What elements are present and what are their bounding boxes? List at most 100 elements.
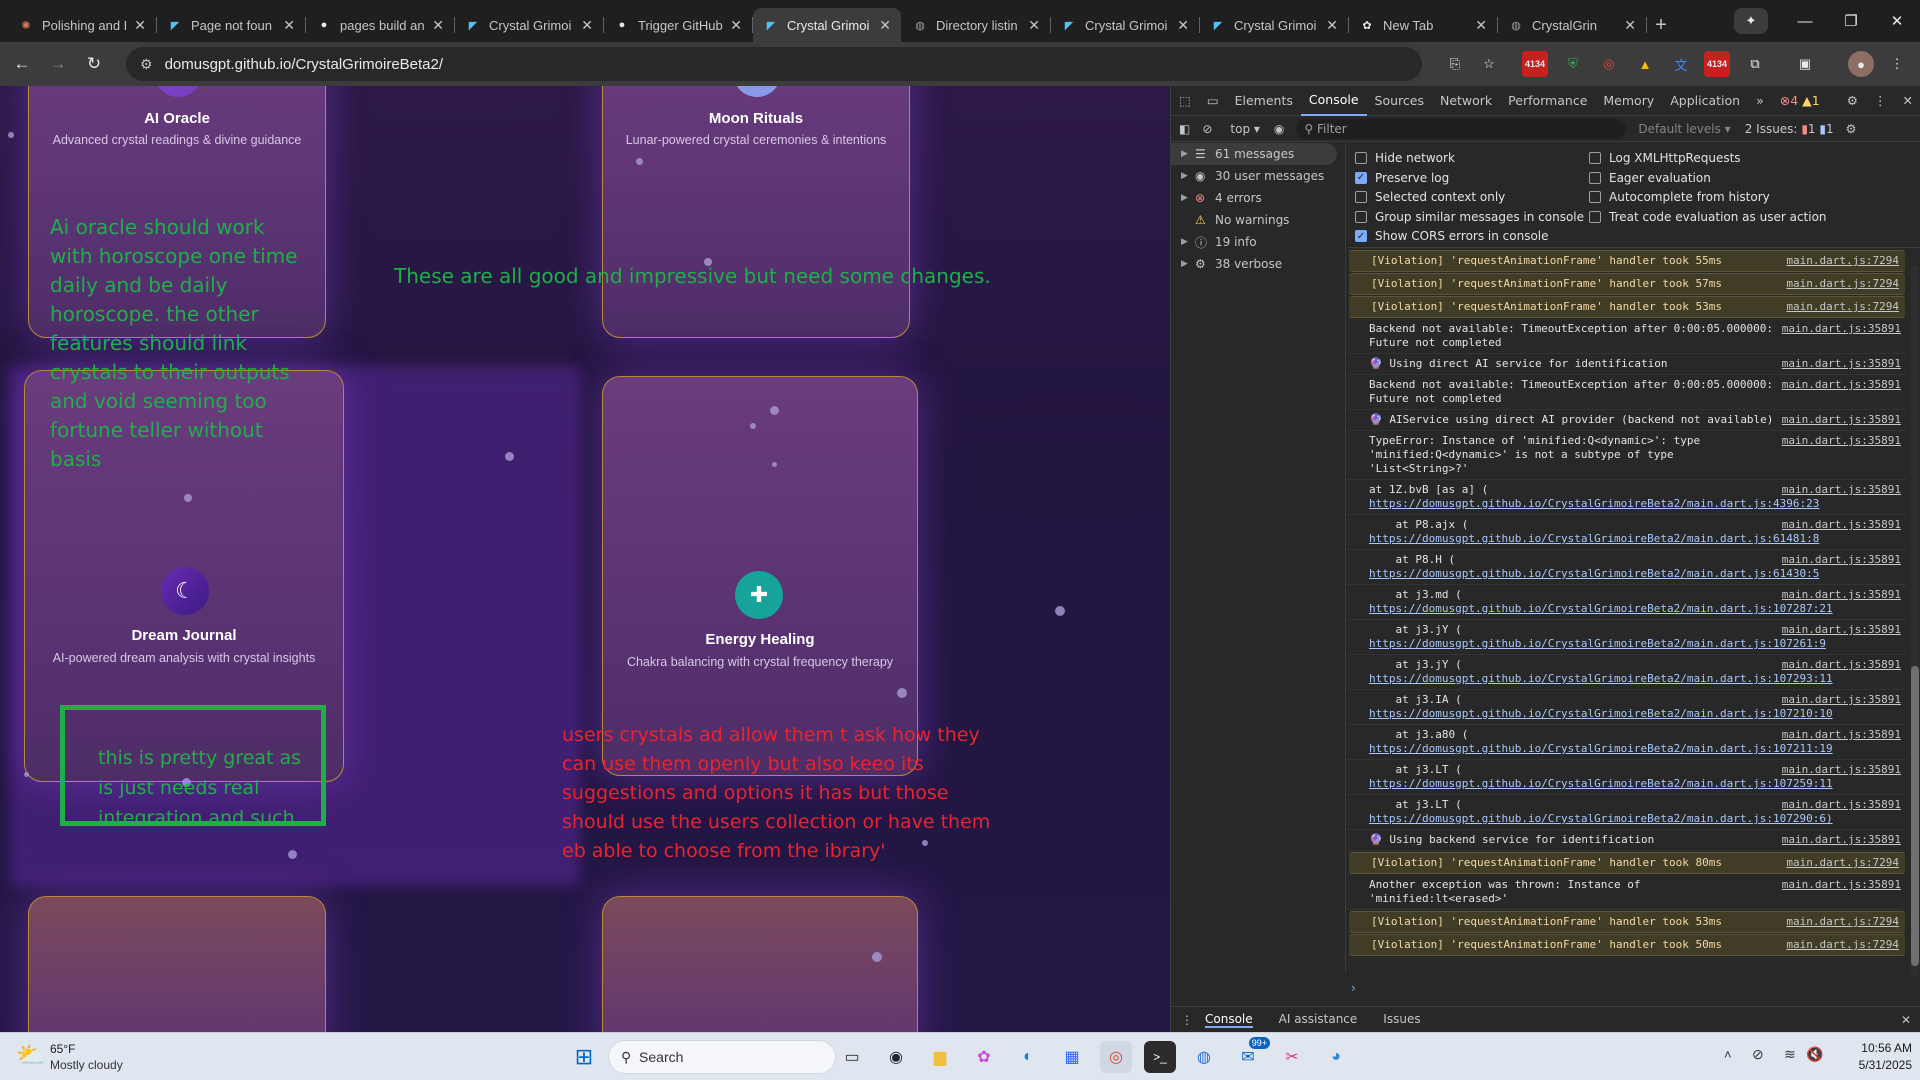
console-setting-checkbox[interactable]: Treat code evaluation as user action bbox=[1589, 210, 1827, 224]
log-source-link[interactable]: main.dart.js:35891 bbox=[1782, 833, 1901, 847]
checkbox[interactable] bbox=[1355, 191, 1367, 203]
close-tab-icon[interactable]: ✕ bbox=[1177, 17, 1189, 34]
checkbox[interactable] bbox=[1589, 191, 1601, 203]
console-settings-icon[interactable]: ⚙ bbox=[1846, 122, 1857, 136]
stack-trace-link[interactable]: https://domusgpt.github.io/CrystalGrimoi… bbox=[1369, 637, 1826, 650]
console-scrollbar[interactable] bbox=[1911, 266, 1919, 976]
weather-description[interactable]: Mostly cloudy bbox=[50, 1058, 123, 1072]
close-drawer-icon[interactable]: ✕ bbox=[1901, 1013, 1911, 1027]
log-source-link[interactable]: main.dart.js:35891 bbox=[1782, 322, 1901, 336]
new-tab-button[interactable]: + bbox=[1647, 8, 1675, 42]
clear-console-icon[interactable]: ⊘ bbox=[1202, 122, 1212, 136]
checkbox[interactable]: ✓ bbox=[1355, 230, 1367, 242]
wifi-icon[interactable]: ≋ bbox=[1784, 1046, 1796, 1063]
browser-tab[interactable]: ● pages build an ✕ bbox=[306, 8, 455, 42]
snipping-tool-icon[interactable]: ✂ bbox=[1276, 1041, 1308, 1073]
console-setting-checkbox[interactable]: ✓ Preserve log bbox=[1355, 171, 1449, 185]
browser-tab[interactable]: ◍ Directory listin ✕ bbox=[902, 8, 1051, 42]
weather-icon[interactable]: ⛅ bbox=[16, 1041, 46, 1070]
stack-trace-link[interactable]: https://domusgpt.github.io/CrystalGrimoi… bbox=[1369, 497, 1819, 510]
stack-trace-link[interactable]: https://domusgpt.github.io/CrystalGrimoi… bbox=[1369, 812, 1833, 825]
restore-button[interactable]: ❐ bbox=[1828, 0, 1874, 42]
extensions-puzzle-icon[interactable]: ⧉ bbox=[1742, 51, 1768, 77]
log-source-link[interactable]: main.dart.js:35891 bbox=[1782, 434, 1901, 448]
close-tab-icon[interactable]: ✕ bbox=[730, 17, 742, 34]
log-source-link[interactable]: main.dart.js:7294 bbox=[1786, 254, 1899, 268]
forward-button[interactable]: → bbox=[40, 46, 76, 82]
live-expression-icon[interactable]: ◉ bbox=[1274, 122, 1284, 136]
close-tab-icon[interactable]: ✕ bbox=[581, 17, 593, 34]
scrollbar-thumb[interactable] bbox=[1911, 666, 1919, 966]
checkbox[interactable] bbox=[1589, 152, 1601, 164]
feature-card-bottom-right[interactable] bbox=[602, 896, 918, 1032]
expand-arrow-icon[interactable]: ▶ bbox=[1181, 237, 1195, 247]
stack-trace-link[interactable]: https://domusgpt.github.io/CrystalGrimoi… bbox=[1369, 742, 1833, 755]
close-tab-icon[interactable]: ✕ bbox=[432, 17, 444, 34]
browser-tab[interactable]: ◤ Crystal Grimoi ✕ bbox=[1200, 8, 1349, 42]
log-source-link[interactable]: main.dart.js:7294 bbox=[1786, 938, 1899, 952]
terminal-icon[interactable]: >_ bbox=[1144, 1041, 1176, 1073]
close-devtools-icon[interactable]: ✕ bbox=[1895, 86, 1920, 116]
back-button[interactable]: ← bbox=[4, 46, 40, 82]
devtools-tab-network[interactable]: Network bbox=[1432, 86, 1500, 116]
log-source-link[interactable]: main.dart.js:35891 bbox=[1782, 588, 1901, 602]
stack-trace-link[interactable]: https://domusgpt.github.io/CrystalGrimoi… bbox=[1369, 567, 1819, 580]
console-setting-checkbox[interactable]: Autocomplete from history bbox=[1589, 190, 1770, 204]
console-sidebar-item[interactable]: ▶ ☰ 61 messages bbox=[1171, 143, 1337, 165]
log-source-link[interactable]: main.dart.js:7294 bbox=[1786, 300, 1899, 314]
checkbox[interactable] bbox=[1355, 152, 1367, 164]
console-prompt[interactable]: › bbox=[1351, 981, 1356, 995]
browser-tab[interactable]: ✿ New Tab ✕ bbox=[1349, 8, 1498, 42]
devtools-tab-elements[interactable]: Elements bbox=[1227, 86, 1301, 116]
console-setting-checkbox[interactable]: Hide network bbox=[1355, 151, 1455, 165]
log-source-link[interactable]: main.dart.js:35891 bbox=[1782, 658, 1901, 672]
console-sidebar-item[interactable]: ▶ ⓘ 19 info bbox=[1171, 231, 1345, 253]
log-source-link[interactable]: main.dart.js:35891 bbox=[1782, 623, 1901, 637]
minimize-button[interactable]: — bbox=[1782, 0, 1828, 42]
file-explorer-icon[interactable]: ▆ bbox=[924, 1041, 956, 1073]
volume-mute-icon[interactable]: 🔇 bbox=[1806, 1046, 1823, 1063]
log-levels-dropdown[interactable]: Default levels ▾ bbox=[1638, 122, 1730, 136]
drawer-tab-ai-assistance[interactable]: AI assistance bbox=[1279, 1012, 1358, 1028]
feature-card-bottom-left[interactable] bbox=[28, 896, 326, 1032]
stack-trace-link[interactable]: https://domusgpt.github.io/CrystalGrimoi… bbox=[1369, 602, 1833, 615]
taskbar-search[interactable]: ⚲ Search bbox=[608, 1040, 836, 1074]
extension-badge-icon[interactable]: 4134 bbox=[1522, 51, 1548, 77]
log-source-link[interactable]: main.dart.js:35891 bbox=[1782, 518, 1901, 532]
expand-arrow-icon[interactable]: ▶ bbox=[1181, 259, 1195, 269]
translate-extension-icon[interactable]: 文 bbox=[1668, 51, 1694, 77]
shield-extension-icon[interactable]: ⛨ bbox=[1560, 51, 1586, 77]
bookmark-star-icon[interactable]: ☆ bbox=[1476, 51, 1502, 77]
log-source-link[interactable]: main.dart.js:35891 bbox=[1782, 728, 1901, 742]
expand-arrow-icon[interactable]: ▶ bbox=[1181, 193, 1195, 203]
devtools-tab-performance[interactable]: Performance bbox=[1500, 86, 1595, 116]
side-panel-icon[interactable]: ▣ bbox=[1792, 51, 1818, 77]
close-tab-icon[interactable]: ✕ bbox=[1624, 17, 1636, 34]
stack-trace-link[interactable]: https://domusgpt.github.io/CrystalGrimoi… bbox=[1369, 777, 1833, 790]
steam-icon[interactable]: ◉ bbox=[880, 1041, 912, 1073]
start-button[interactable]: ⊞ bbox=[568, 1041, 600, 1073]
log-source-link[interactable]: main.dart.js:35891 bbox=[1782, 553, 1901, 567]
browser-tab[interactable]: ◤ Crystal Grimoi ✕ bbox=[753, 8, 901, 42]
circle-extension-icon[interactable]: ◎ bbox=[1596, 51, 1622, 77]
copilot-icon[interactable]: ✿ bbox=[968, 1041, 1000, 1073]
browser-tab[interactable]: ◍ CrystalGrin ✕ bbox=[1498, 8, 1647, 42]
console-setting-checkbox[interactable]: Selected context only bbox=[1355, 190, 1505, 204]
console-filter-input[interactable]: ⚲ Filter bbox=[1296, 118, 1627, 139]
drive-extension-icon[interactable]: ▲ bbox=[1632, 51, 1658, 77]
store-icon[interactable]: ▦ bbox=[1056, 1041, 1088, 1073]
log-source-link[interactable]: main.dart.js:7294 bbox=[1786, 915, 1899, 929]
app-icon[interactable]: ◍ bbox=[1188, 1041, 1220, 1073]
devtools-settings-icon[interactable]: ⚙ bbox=[1839, 86, 1866, 116]
reload-button[interactable]: ↻ bbox=[76, 46, 112, 82]
stack-trace-link[interactable]: https://domusgpt.github.io/CrystalGrimoi… bbox=[1369, 532, 1819, 545]
log-source-link[interactable]: main.dart.js:35891 bbox=[1782, 878, 1901, 892]
profile-avatar[interactable]: ● bbox=[1848, 51, 1874, 77]
console-setting-checkbox[interactable]: ✓ Show CORS errors in console bbox=[1355, 229, 1549, 243]
moon-rituals-card[interactable]: ☾ Moon Rituals Lunar-powered crystal cer… bbox=[602, 86, 910, 338]
more-panels-icon[interactable]: » bbox=[1748, 86, 1772, 116]
browser-tab[interactable]: ◤ Crystal Grimoi ✕ bbox=[1051, 8, 1200, 42]
search-tabs-button[interactable]: ✦ bbox=[1734, 8, 1768, 34]
devtools-tab-memory[interactable]: Memory bbox=[1595, 86, 1662, 116]
devtools-menu-icon[interactable]: ⋮ bbox=[1866, 86, 1895, 116]
